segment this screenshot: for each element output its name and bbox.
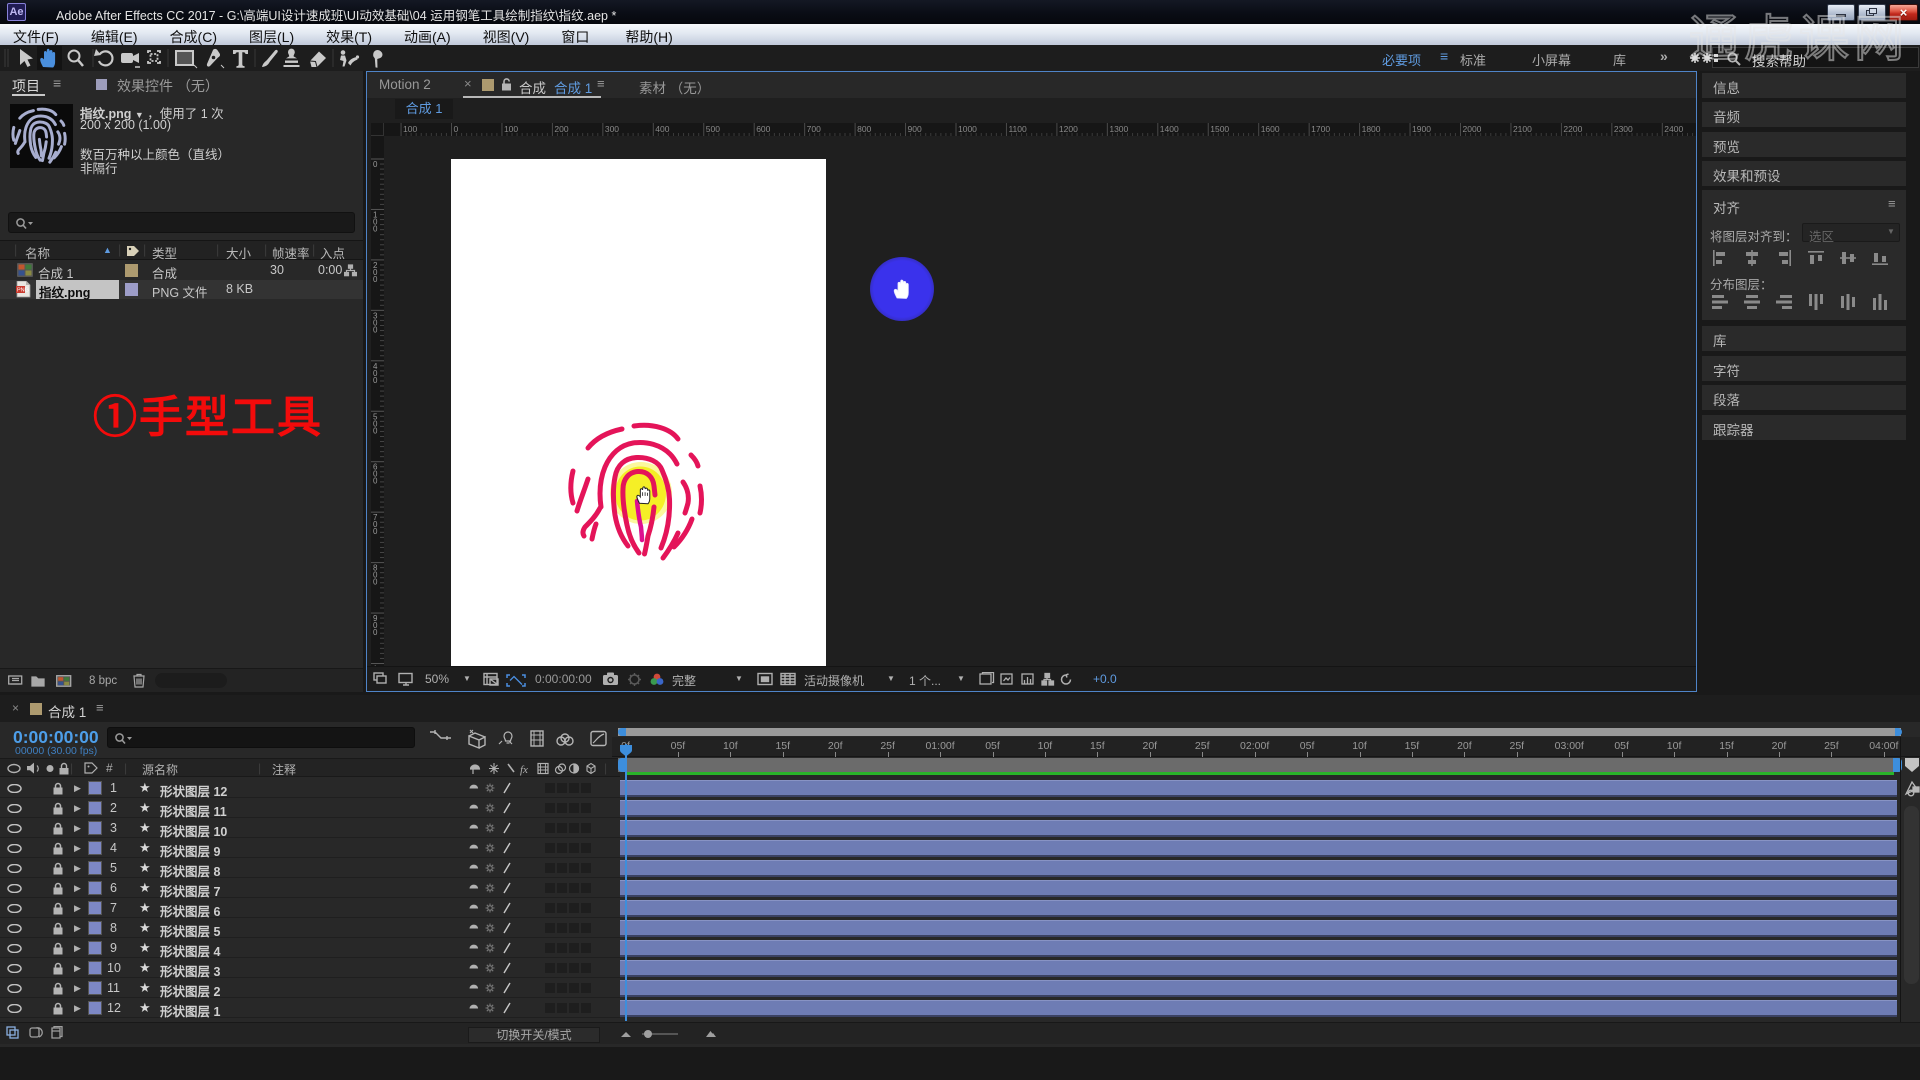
svg-text:300: 300: [605, 124, 619, 134]
svg-text:600: 600: [756, 124, 770, 134]
svg-text:0: 0: [373, 160, 378, 169]
svg-text:0: 0: [373, 325, 378, 334]
svg-text:0: 0: [373, 275, 378, 284]
svg-text:800: 800: [857, 124, 871, 134]
svg-text:0: 0: [373, 376, 378, 385]
svg-text:100: 100: [504, 124, 518, 134]
svg-text:1400: 1400: [1160, 124, 1179, 134]
svg-text:400: 400: [655, 124, 669, 134]
svg-text:100: 100: [403, 124, 417, 134]
svg-text:900: 900: [908, 124, 922, 134]
svg-text:1700: 1700: [1311, 124, 1330, 134]
svg-text:0: 0: [454, 124, 459, 134]
svg-text:200: 200: [554, 124, 568, 134]
svg-text:0: 0: [373, 628, 378, 637]
svg-text:1800: 1800: [1362, 124, 1381, 134]
svg-text:0: 0: [373, 477, 378, 486]
svg-text:1200: 1200: [1059, 124, 1078, 134]
svg-text:2300: 2300: [1614, 124, 1633, 134]
svg-text:PNG: PNG: [17, 288, 29, 294]
svg-text:700: 700: [807, 124, 821, 134]
svg-text:0: 0: [373, 527, 378, 536]
svg-text:0: 0: [373, 224, 378, 233]
svg-text:1000: 1000: [958, 124, 977, 134]
svg-text:1300: 1300: [1109, 124, 1128, 134]
svg-text:1500: 1500: [1210, 124, 1229, 134]
svg-text:500: 500: [706, 124, 720, 134]
svg-text:2200: 2200: [1563, 124, 1582, 134]
svg-text:2000: 2000: [1463, 124, 1482, 134]
svg-text:2100: 2100: [1513, 124, 1532, 134]
svg-text:1100: 1100: [1008, 124, 1027, 134]
svg-text:2400: 2400: [1664, 124, 1683, 134]
svg-text:0: 0: [373, 578, 378, 587]
svg-text:fx: fx: [520, 764, 528, 776]
svg-text:1600: 1600: [1261, 124, 1280, 134]
svg-text:1900: 1900: [1412, 124, 1431, 134]
svg-text:0: 0: [373, 426, 378, 435]
